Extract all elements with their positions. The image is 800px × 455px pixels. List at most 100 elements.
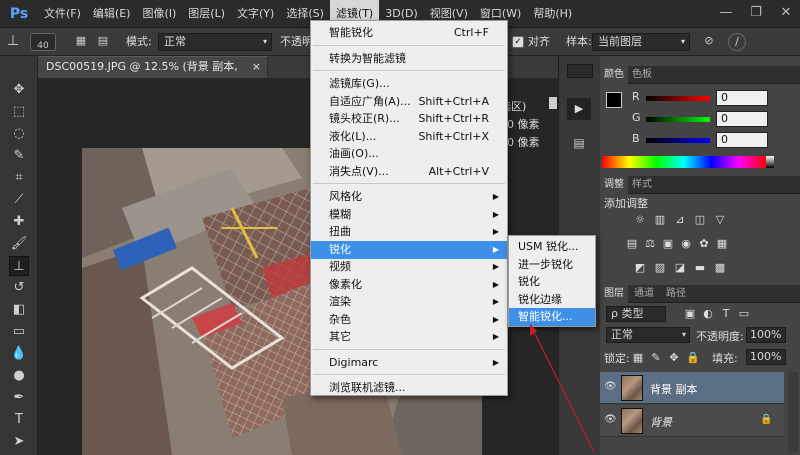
tab-adjustments[interactable]: 调整 — [600, 176, 628, 194]
type-tool-icon[interactable]: T — [9, 410, 29, 430]
filter-menu-item[interactable]: 油画(O)... — [311, 145, 507, 163]
document-tab[interactable]: DSC00519.JPG @ 12.5% (背景 副本, RGB/8) * × — [38, 56, 268, 93]
menu-item[interactable]: 图像(I) — [136, 0, 182, 28]
layer-filter-select[interactable]: ρ 类型 — [606, 306, 666, 322]
layer-row-selected[interactable]: 👁 背景 副本 — [600, 372, 784, 404]
ignore-adjustment-layers-icon[interactable]: ⊘ — [700, 33, 718, 51]
color-lookup-icon[interactable]: ▦ — [716, 238, 728, 250]
black-white-ramp[interactable] — [766, 156, 774, 168]
filter-menu-item[interactable]: 其它 ▶ — [311, 328, 507, 346]
gradient-tool-icon[interactable]: ▭ — [9, 322, 29, 342]
tab-swatches[interactable]: 色板 — [628, 66, 656, 84]
filter-menu-item[interactable]: 转换为智能滤镜 — [311, 50, 507, 68]
channel-mixer-icon[interactable]: ✿ — [698, 238, 710, 250]
filter-menu-item[interactable]: 消失点(V)... Alt+Ctrl+V — [311, 163, 507, 181]
photo-filter-icon[interactable]: ◉ — [680, 238, 692, 250]
collapse-toggle[interactable] — [567, 64, 593, 78]
filter-menu-item[interactable]: 浏览联机滤镜... — [311, 379, 507, 397]
selective-color-icon[interactable]: ▩ — [714, 262, 726, 274]
posterize-icon[interactable]: ▨ — [654, 262, 666, 274]
hue-saturation-icon[interactable]: ▤ — [626, 238, 638, 250]
healing-brush-tool-icon[interactable]: ✚ — [9, 212, 29, 232]
menu-item[interactable]: 文字(Y) — [231, 0, 280, 28]
mode-select[interactable]: 正常 ▾ — [158, 33, 272, 51]
invert-icon[interactable]: ◩ — [634, 262, 646, 274]
blue-slider[interactable] — [646, 138, 710, 143]
tab-channels[interactable]: 通道 — [630, 285, 658, 303]
path-select-tool-icon[interactable]: ➤ — [9, 432, 29, 452]
eraser-tool-icon[interactable]: ◧ — [9, 300, 29, 320]
sharpen-menu-item[interactable]: USM 锐化... — [509, 238, 595, 256]
brightness-contrast-icon[interactable]: ☼ — [634, 214, 646, 226]
lock-all-icon[interactable]: 🔒 — [686, 352, 700, 364]
close-tab-icon[interactable]: × — [252, 57, 261, 77]
lasso-tool-icon[interactable]: ◌ — [9, 124, 29, 144]
gradient-map-icon[interactable]: ▬ — [694, 262, 706, 274]
color-balance-icon[interactable]: ⚖ — [644, 238, 656, 250]
layers-scrollbar[interactable] — [788, 372, 798, 452]
layer-row[interactable]: 👁 背景 🔒 — [600, 405, 784, 437]
filter-menu-item[interactable]: 视频 ▶ — [311, 258, 507, 276]
green-slider[interactable] — [646, 117, 710, 122]
marquee-tool-icon[interactable]: ⬚ — [9, 102, 29, 122]
foreground-color-swatch[interactable] — [606, 92, 622, 108]
threshold-icon[interactable]: ◪ — [674, 262, 686, 274]
levels-icon[interactable]: ▥ — [654, 214, 666, 226]
filter-menu-item[interactable]: 风格化 ▶ — [311, 188, 507, 206]
brush-tool-icon[interactable]: 🖌 — [9, 234, 29, 254]
eye-icon[interactable]: 👁 — [604, 414, 617, 426]
pressure-size-icon[interactable]: ∕ — [728, 33, 746, 51]
red-value-input[interactable]: 0 — [716, 90, 768, 106]
filter-menu-item[interactable]: 渲染 ▶ — [311, 293, 507, 311]
menu-item[interactable]: 文件(F) — [38, 0, 87, 28]
red-slider[interactable] — [646, 96, 710, 101]
menu-item[interactable]: 帮助(H) — [527, 0, 578, 28]
align-checkbox[interactable]: ✓ — [512, 36, 524, 48]
minimize-button[interactable]: — — [716, 3, 736, 23]
menu-item[interactable]: 编辑(E) — [87, 0, 137, 28]
sample-select[interactable]: 当前图层 ▾ — [592, 33, 690, 51]
close-button[interactable]: ✕ — [776, 3, 796, 23]
filter-menu-item[interactable]: 锐化 ▶ — [311, 240, 507, 259]
filter-menu-item[interactable]: 液化(L)... Shift+Ctrl+X — [311, 128, 507, 146]
play-action-icon[interactable]: ▶ — [567, 98, 591, 120]
filter-menu-item[interactable]: 像素化 ▶ — [311, 276, 507, 294]
eyedropper-tool-icon[interactable]: ⟋ — [9, 190, 29, 210]
tab-layers[interactable]: 图层 — [600, 285, 628, 303]
filter-menu-item[interactable]: 扭曲 ▶ — [311, 223, 507, 241]
lock-pixels-icon[interactable]: ✎ — [650, 352, 662, 364]
filter-menu-item[interactable]: 智能锐化 Ctrl+F — [311, 24, 507, 42]
filter-shape-icon[interactable]: ▭ — [738, 308, 750, 320]
eye-icon[interactable]: 👁 — [604, 381, 617, 393]
curves-icon[interactable]: ⊿ — [674, 214, 686, 226]
quick-select-tool-icon[interactable]: ✎ — [9, 146, 29, 166]
filter-type-icon[interactable]: T — [720, 308, 732, 320]
filter-menu-item[interactable]: 镜头校正(R)... Shift+Ctrl+R — [311, 110, 507, 128]
tab-styles[interactable]: 样式 — [628, 176, 656, 194]
scrollbar-thumb[interactable] — [548, 96, 558, 110]
filter-menu-item[interactable]: 杂色 ▶ — [311, 311, 507, 329]
filter-pixel-icon[interactable]: ▣ — [684, 308, 696, 320]
blend-mode-select[interactable]: 正常 ▾ — [606, 327, 690, 343]
menu-item[interactable]: 图层(L) — [182, 0, 231, 28]
clone-stamp-tool-icon[interactable]: ⊥ — [4, 33, 22, 51]
blur-tool-icon[interactable]: 💧 — [9, 344, 29, 364]
restore-button[interactable]: ❐ — [746, 3, 766, 23]
fill-input[interactable]: 100% — [746, 349, 786, 365]
move-tool-icon[interactable]: ✥ — [9, 80, 29, 100]
filter-menu-item[interactable]: Digimarc ▶ — [311, 354, 507, 372]
filter-menu-item[interactable]: 模糊 ▶ — [311, 206, 507, 224]
clone-stamp-tool-icon[interactable]: ⊥ — [9, 256, 29, 276]
dodge-tool-icon[interactable]: ● — [9, 366, 29, 386]
green-value-input[interactable]: 0 — [716, 111, 768, 127]
sharpen-menu-item[interactable]: 进一步锐化 — [509, 256, 595, 274]
toggle-clone-source-panel-icon[interactable]: ▤ — [94, 33, 112, 51]
blue-value-input[interactable]: 0 — [716, 132, 768, 148]
color-spectrum-bar[interactable] — [602, 156, 766, 168]
toggle-brush-panel-icon[interactable]: ▦ — [72, 33, 90, 51]
sharpen-menu-item[interactable]: 锐化边缘 — [509, 291, 595, 309]
filter-menu-item[interactable]: 自适应广角(A)... Shift+Ctrl+A — [311, 93, 507, 111]
sharpen-menu-item[interactable]: 锐化 — [509, 273, 595, 291]
history-icon[interactable]: ▤ — [567, 132, 591, 154]
lock-position-icon[interactable]: ✥ — [668, 352, 680, 364]
